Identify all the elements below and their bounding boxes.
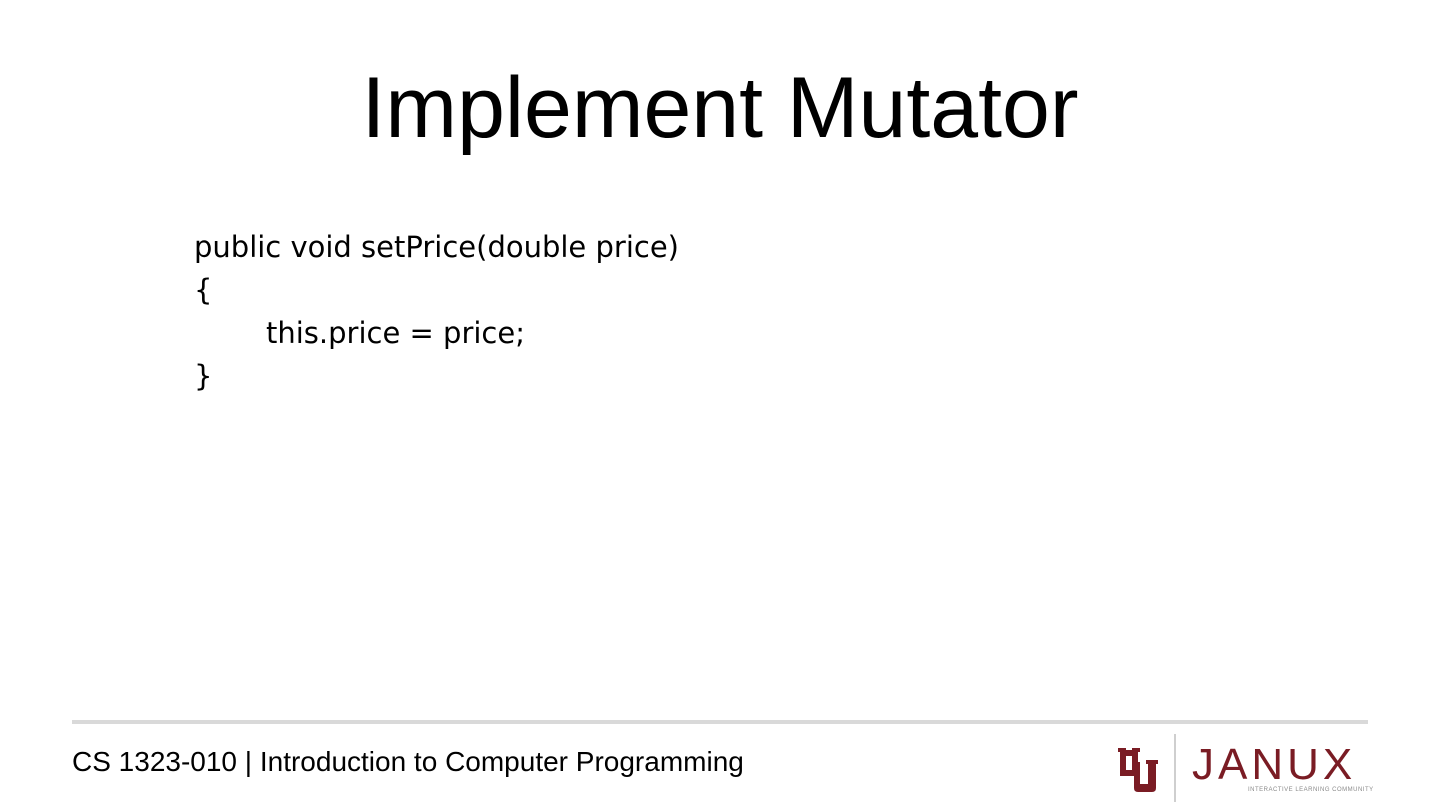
code-line-body: this.price = price;: [266, 316, 525, 350]
ou-logo-icon: [1118, 748, 1158, 792]
code-line-signature: public void setPrice(double price): [194, 230, 679, 264]
janux-logo: JANUX INTERACTIVE LEARNING COMMUNITY: [1112, 734, 1374, 802]
footer-divider: [72, 720, 1368, 724]
slide-title: Implement Mutator: [361, 60, 1079, 156]
logo-divider: [1174, 734, 1176, 802]
code-line-close-brace: }: [194, 359, 213, 393]
janux-wordmark: JANUX: [1192, 740, 1357, 789]
course-label: CS 1323-010 | Introduction to Computer P…: [72, 746, 744, 777]
janux-tagline: INTERACTIVE LEARNING COMMUNITY: [1248, 787, 1374, 793]
code-block: public void setPrice(double price) { thi…: [194, 226, 679, 398]
code-line-open-brace: {: [194, 273, 213, 307]
